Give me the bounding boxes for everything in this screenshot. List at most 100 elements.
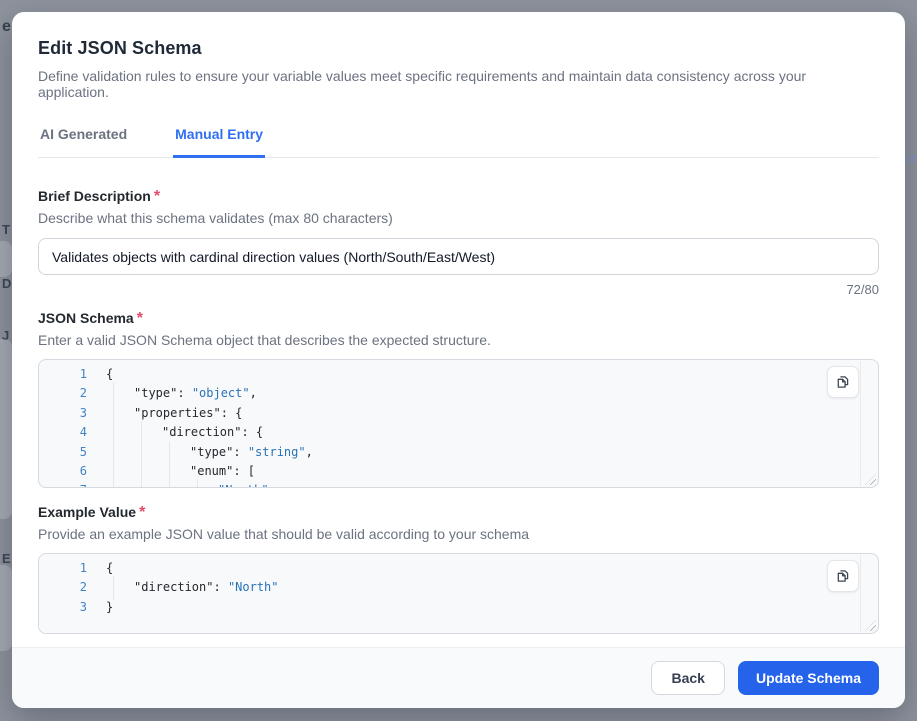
example-value-editor[interactable]: 1{2"direction": "North"3} <box>38 553 879 634</box>
code-token: , <box>269 481 276 488</box>
code-token: "properties" <box>134 404 221 423</box>
code-line: 4 "direction": { <box>39 423 878 442</box>
json-schema-editor[interactable]: 1{2"type": "object",3"properties": {4"di… <box>38 359 879 488</box>
brief-description-section: Brief Description* Describe what this sc… <box>38 188 879 297</box>
indent-guide <box>162 443 190 462</box>
code-line: 6"enum": [ <box>39 462 878 481</box>
dialog-header: Edit JSON Schema Define validation rules… <box>12 12 905 100</box>
editor-scroll-divider <box>860 361 861 486</box>
required-asterisk: * <box>154 188 160 205</box>
line-number: 2 <box>39 578 87 597</box>
code-line: 1{ <box>39 365 878 384</box>
code-line: 3"properties": { <box>39 404 878 423</box>
copy-icon <box>835 374 851 390</box>
tab-manual-entry[interactable]: Manual Entry <box>173 126 265 158</box>
code-line: 7"North", <box>39 481 878 488</box>
field-label-text: Example Value <box>38 504 136 520</box>
example-value-section: Example Value* Provide an example JSON v… <box>38 504 879 634</box>
backdrop-text-fragment: T <box>2 222 10 237</box>
backdrop-text-fragment: E <box>2 551 11 566</box>
line-number: 1 <box>39 559 87 578</box>
edit-json-schema-dialog: Edit JSON Schema Define validation rules… <box>12 12 905 708</box>
code-token: "direction" <box>134 578 213 597</box>
indent-guide <box>162 481 190 488</box>
code-line-content: "properties": { <box>87 404 242 423</box>
indent-guide <box>162 462 190 481</box>
indent-guide <box>190 481 218 488</box>
example-value-helper: Provide an example JSON value that shoul… <box>38 526 879 542</box>
backdrop-link-fragment: on <box>903 150 917 166</box>
code-line-content: { <box>87 365 113 384</box>
code-token: : { <box>241 423 263 442</box>
character-counter: 72/80 <box>38 282 879 297</box>
tab-bar: AI Generated Manual Entry <box>38 126 879 158</box>
code-token: "type" <box>134 384 177 403</box>
code-token: "North" <box>228 578 279 597</box>
editor-scroll-divider <box>860 555 861 632</box>
tab-ai-generated[interactable]: AI Generated <box>38 126 129 158</box>
copy-button[interactable] <box>827 560 859 592</box>
indent-guide <box>106 481 134 488</box>
resize-grip[interactable] <box>865 620 876 631</box>
dialog-footer: Back Update Schema <box>12 647 905 708</box>
back-button[interactable]: Back <box>651 661 724 695</box>
indent-guide <box>106 578 134 597</box>
code-token: : [ <box>233 462 255 481</box>
copy-button[interactable] <box>827 366 859 398</box>
indent-guide <box>134 423 162 442</box>
brief-description-input[interactable] <box>38 238 879 275</box>
dialog-title: Edit JSON Schema <box>38 38 879 59</box>
example-value-label: Example Value* <box>38 504 879 522</box>
field-label-text: JSON Schema <box>38 310 134 326</box>
code-token: "North" <box>218 481 269 488</box>
update-schema-button[interactable]: Update Schema <box>738 661 879 695</box>
code-line: 2"type": "object", <box>39 384 878 403</box>
indent-guide <box>106 384 134 403</box>
backdrop-text-fragment: D <box>2 276 11 291</box>
indent-guide <box>106 423 134 442</box>
indent-guide <box>106 462 134 481</box>
code-line-content: "North", <box>87 481 276 488</box>
line-number: 3 <box>39 598 87 617</box>
line-number: 5 <box>39 443 87 462</box>
required-asterisk: * <box>137 310 143 327</box>
dialog-body: Brief Description* Describe what this sc… <box>12 158 905 647</box>
line-number: 3 <box>39 404 87 423</box>
backdrop-field-fragment <box>0 241 12 277</box>
line-number: 2 <box>39 384 87 403</box>
field-label-text: Brief Description <box>38 188 151 204</box>
code-lines: 1{2"direction": "North"3} <box>39 554 878 617</box>
json-schema-section: JSON Schema* Enter a valid JSON Schema o… <box>38 310 879 488</box>
code-line-content: } <box>87 598 113 617</box>
code-token: "object" <box>192 384 250 403</box>
code-token: , <box>306 443 313 462</box>
backdrop-field-fragment <box>0 339 12 519</box>
code-line: 2"direction": "North" <box>39 578 878 597</box>
code-token: "type" <box>190 443 233 462</box>
code-line: 5 "type": "string", <box>39 443 878 462</box>
code-lines: 1{2"type": "object",3"properties": {4"di… <box>39 360 878 488</box>
code-line: 1{ <box>39 559 878 578</box>
code-token: "direction" <box>162 423 241 442</box>
backdrop-text-fragment: e <box>2 18 11 36</box>
code-token: : { <box>221 404 243 423</box>
code-token: : <box>213 578 227 597</box>
brief-description-label: Brief Description* <box>38 188 879 206</box>
code-token: , <box>250 384 257 403</box>
code-token: "string" <box>248 443 306 462</box>
indent-guide <box>106 404 134 423</box>
dialog-subtitle: Define validation rules to ensure your v… <box>38 68 879 100</box>
code-token: } <box>106 598 113 617</box>
code-line: 3} <box>39 598 878 617</box>
line-number: 7 <box>39 481 87 488</box>
copy-icon <box>835 568 851 584</box>
indent-guide <box>134 443 162 462</box>
json-schema-label: JSON Schema* <box>38 310 879 328</box>
json-schema-helper: Enter a valid JSON Schema object that de… <box>38 332 879 348</box>
required-asterisk: * <box>139 504 145 521</box>
code-line-content: "direction": "North" <box>87 578 279 597</box>
indent-guide <box>134 481 162 488</box>
code-token: : <box>233 443 247 462</box>
line-number: 4 <box>39 423 87 442</box>
line-number: 6 <box>39 462 87 481</box>
